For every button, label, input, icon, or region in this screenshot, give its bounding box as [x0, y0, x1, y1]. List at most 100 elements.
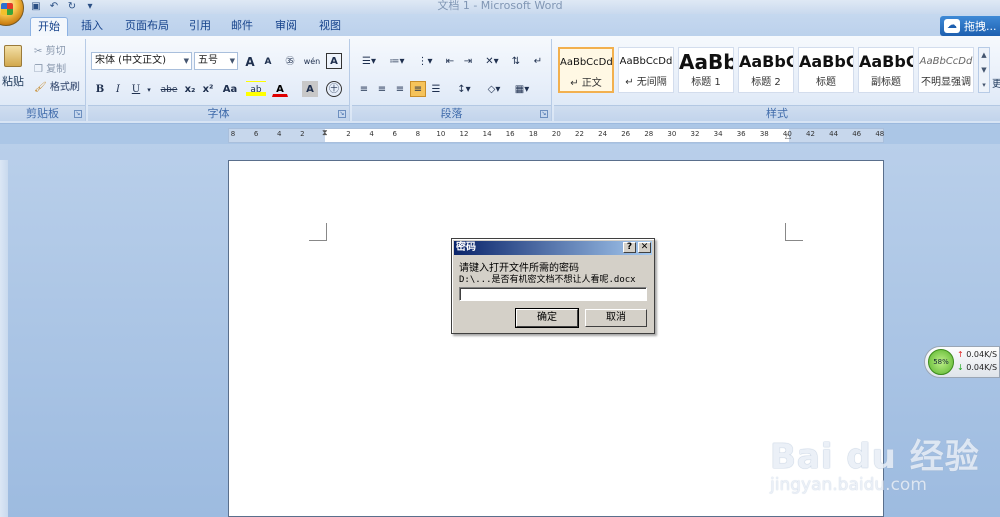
dialog-close-button[interactable]: ✕ — [638, 242, 651, 253]
change-case-button[interactable]: Aa — [220, 81, 240, 97]
ruler-tick: 18 — [528, 130, 538, 138]
increase-indent-icon[interactable]: ⇥ — [460, 53, 476, 69]
font-size-combo[interactable]: 五号 ▼ — [194, 52, 238, 70]
undo-icon[interactable]: ↶ — [48, 1, 60, 13]
style-name: 不明显强调 — [921, 77, 971, 88]
strikethrough-button[interactable]: abe — [158, 81, 180, 97]
download-value: 0.04K/S — [966, 363, 998, 372]
align-right-icon[interactable]: ≡ — [392, 81, 408, 97]
tab-review[interactable]: 审阅 — [268, 17, 304, 36]
password-input[interactable] — [459, 287, 647, 301]
style-no-spacing[interactable]: AaBbCcDd ↵ 无间隔 — [618, 47, 674, 93]
bullets-icon[interactable]: ☰▾ — [356, 53, 382, 69]
clipboard-launcher-icon[interactable]: ↘ — [74, 110, 82, 118]
bold-button[interactable]: B — [92, 81, 108, 97]
ruler-tick: 22 — [575, 130, 584, 138]
superscript-button[interactable]: x² — [200, 81, 216, 97]
align-left-icon[interactable]: ≡ — [356, 81, 372, 97]
style-normal[interactable]: AaBbCcDd ↵ 正文 — [558, 47, 614, 93]
tab-insert[interactable]: 插入 — [74, 17, 110, 36]
underline-button[interactable]: U — [128, 81, 144, 97]
subscript-button[interactable]: x₂ — [182, 81, 198, 97]
ruler-tick: 2 — [300, 130, 305, 138]
tab-page-layout[interactable]: 页面布局 — [118, 17, 176, 36]
format-painter-label: 格式刷 — [49, 82, 80, 93]
tab-home[interactable]: 开始 — [30, 17, 68, 36]
style-subtitle[interactable]: AaBbC 副标题 — [858, 47, 914, 93]
style-sample: AaBb — [679, 50, 733, 74]
distributed-icon[interactable]: ☰ — [428, 81, 444, 97]
indent-marker-icon[interactable]: ⧗ — [322, 128, 328, 138]
enclose-char-button[interactable]: ㊉ — [326, 81, 342, 97]
numbering-icon[interactable]: ≔▾ — [384, 53, 410, 69]
font-color-button[interactable]: A — [272, 81, 288, 97]
underline-dropdown-icon[interactable]: ▾ — [144, 81, 154, 97]
italic-button[interactable]: I — [110, 81, 126, 97]
font-group: 宋体 (中文正文) ▼ 五号 ▼ A A ㉟ wén A B I U ▾ abe x… — [88, 39, 350, 121]
redo-icon[interactable]: ↻ — [66, 1, 78, 13]
tab-mailings[interactable]: 邮件 — [224, 17, 260, 36]
cancel-button[interactable]: 取消 — [585, 309, 647, 327]
font-launcher-icon[interactable]: ↘ — [338, 110, 346, 118]
clipboard-group-label: 剪贴板 — [0, 105, 85, 121]
paragraph-launcher-icon[interactable]: ↘ — [540, 110, 548, 118]
dialog-help-button[interactable]: ? — [623, 242, 636, 253]
more-styles-label[interactable]: 更 — [992, 75, 1000, 90]
tab-references[interactable]: 引用 — [182, 17, 218, 36]
customize-qat-icon[interactable]: ▾ — [84, 1, 96, 13]
save-icon[interactable]: ▣ — [30, 1, 42, 13]
ruler-tick: 6 — [392, 130, 397, 138]
watermark-main: Bai du 经验 — [770, 437, 980, 477]
style-subtle-emphasis[interactable]: AaBbCcDd 不明显强调 — [918, 47, 974, 93]
multilevel-list-icon[interactable]: ⋮▾ — [412, 53, 438, 69]
borders-icon[interactable]: ▦▾ — [510, 81, 534, 97]
style-heading-2[interactable]: AaBbC 标题 2 — [738, 47, 794, 93]
decrease-indent-icon[interactable]: ⇤ — [442, 53, 458, 69]
sort-icon[interactable]: ⇅ — [508, 53, 524, 69]
font-size-value: 五号 — [198, 55, 218, 66]
style-sample: AaBbCcDd — [919, 56, 973, 67]
clipboard-icon — [4, 45, 22, 67]
network-speed-widget[interactable]: 58% ↑ 0.04K/S ↓ 0.04K/S — [924, 346, 1000, 378]
ruler-tick: 4 — [369, 130, 374, 138]
line-spacing-icon[interactable]: ↕▾ — [452, 81, 476, 97]
style-name: ↵ 正文 — [570, 78, 602, 89]
copy-button[interactable]: ❐ 复制 — [34, 61, 66, 79]
style-sample: AaBbCcDd — [560, 57, 612, 68]
upload-value: 0.04K/S — [966, 350, 998, 359]
ruler-tick: 10 — [436, 130, 446, 138]
grow-font-button[interactable]: A — [242, 53, 258, 69]
chinese-layout-icon[interactable]: ✕▾ — [480, 53, 504, 69]
ok-button[interactable]: 确定 — [515, 308, 579, 328]
shading-icon[interactable]: ◇▾ — [482, 81, 506, 97]
style-sample: AaBbC — [739, 52, 793, 71]
style-heading-1[interactable]: AaBb 标题 1 — [678, 47, 734, 93]
style-title[interactable]: AaBbC 标题 — [798, 47, 854, 93]
align-center-icon[interactable]: ≡ — [374, 81, 390, 97]
scissors-icon: ✂ — [34, 46, 43, 57]
tab-view[interactable]: 视图 — [312, 17, 348, 36]
cut-button[interactable]: ✂ 剪切 — [34, 43, 66, 61]
phonetic-guide-button[interactable]: wén — [302, 53, 322, 69]
show-marks-icon[interactable]: ↵ — [530, 53, 546, 69]
ruler-tick: 48 — [875, 130, 885, 138]
copy-label: 复制 — [46, 64, 67, 75]
style-name: ↵ 无间隔 — [625, 77, 667, 88]
styles-scroll[interactable]: ▲ ▼ ▾ — [978, 47, 990, 93]
font-name-combo[interactable]: 宋体 (中文正文) ▼ — [91, 52, 192, 70]
ruler-tick: 8 — [230, 130, 236, 138]
help-button[interactable]: ☁ 拖拽... — [940, 16, 1000, 36]
justify-icon[interactable]: ≡ — [410, 81, 426, 97]
char-border-button[interactable]: A — [326, 53, 342, 69]
shrink-font-button[interactable]: A — [260, 53, 276, 69]
format-painter-button[interactable]: 🖌 格式刷 — [34, 79, 80, 97]
paste-button[interactable]: 粘贴 — [2, 43, 24, 101]
char-shading-button[interactable]: A — [302, 81, 318, 97]
highlight-button[interactable]: ab — [246, 81, 266, 97]
chevron-down-icon: ▼ — [183, 57, 189, 65]
right-indent-marker-icon[interactable]: △ — [785, 131, 791, 140]
horizontal-ruler[interactable]: 8 6 4 2 2 4 6 8 10 12 14 16 18 20 22 24 26 28 30 32 34 36 38 40… — [228, 128, 884, 143]
clear-format-button[interactable]: ㉟ — [282, 53, 298, 69]
font-group-label: 字体 — [88, 105, 349, 121]
ruler-tick: 42 — [806, 130, 815, 138]
